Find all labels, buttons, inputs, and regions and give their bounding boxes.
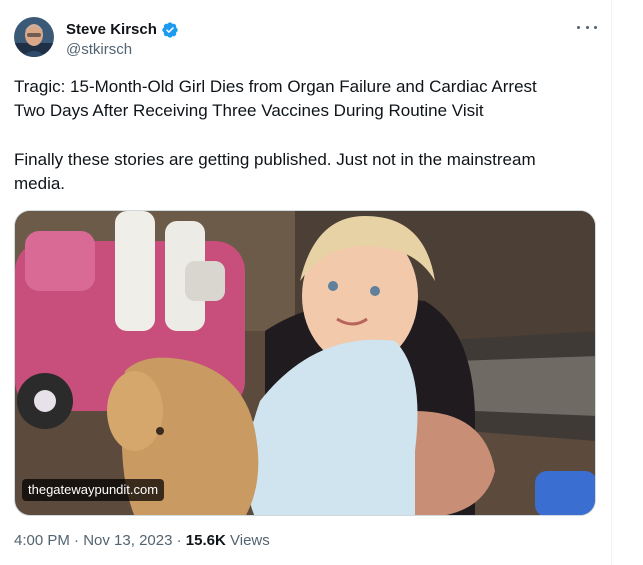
tweet-photo[interactable] [14,210,596,516]
photo-illustration [15,211,595,515]
tweet-text-line: media. [14,174,66,193]
timeline-column-divider [611,0,612,565]
meta-separator: · [176,532,182,549]
author-handle[interactable]: @stkirsch [66,41,132,59]
media-source-label[interactable]: thegatewaypundit.com [22,479,165,501]
author-name[interactable]: Steve Kirsch [66,21,157,39]
tweet-text-line: Finally these stories are getting publis… [14,150,536,169]
avatar[interactable] [14,17,54,57]
tweet-text-line: Two Days After Receiving Three Vaccines … [14,101,484,120]
verified-badge-icon [162,22,178,38]
views-count: 15.6K [185,532,226,549]
more-horizontal-icon [577,25,580,29]
avatar-image [14,17,54,57]
views-label: Views [230,532,270,549]
more-options-button[interactable] [577,20,597,34]
tweet: Steve Kirsch @stkirsch Tragic: 15-Month-… [0,0,611,565]
tweet-text-line: Tragic: 15-Month-Old Girl Dies from Orga… [14,77,537,96]
tweet-date[interactable]: Nov 13, 2023 [83,532,172,549]
tweet-time[interactable]: 4:00 PM [14,532,70,549]
meta-separator: · [74,532,80,549]
tweet-meta: 4:00 PM · Nov 13, 2023 · 15.6K Views [14,531,270,551]
